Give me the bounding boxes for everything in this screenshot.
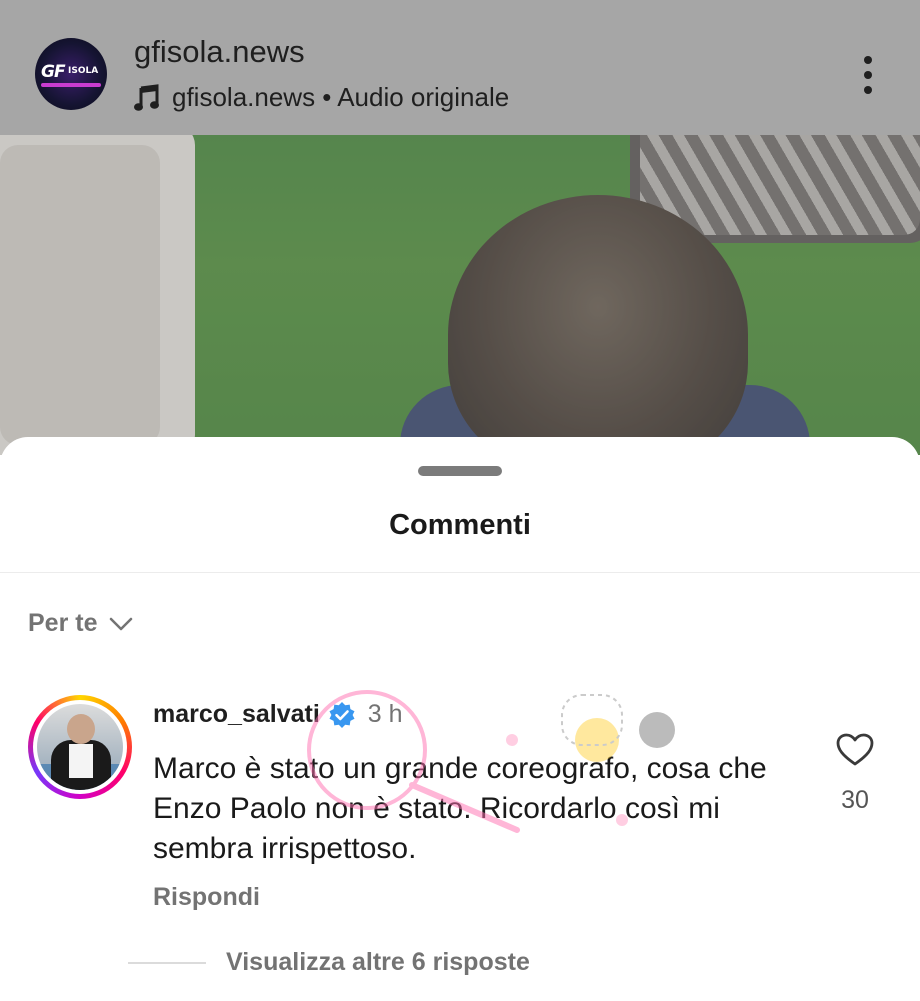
video-dim-overlay bbox=[0, 135, 920, 455]
account-avatar-logo: GF bbox=[41, 62, 66, 82]
verified-badge-icon bbox=[329, 701, 355, 728]
sheet-drag-handle[interactable] bbox=[418, 466, 502, 476]
comment-avatar[interactable] bbox=[28, 695, 132, 799]
comment-timestamp: 3 h bbox=[367, 700, 403, 728]
avatar-photo bbox=[37, 704, 123, 790]
sort-dropdown[interactable]: Per te bbox=[28, 609, 133, 638]
audio-row[interactable]: gfisola.news • Audio originale bbox=[134, 82, 509, 113]
avatar-shirt bbox=[69, 744, 93, 778]
sheet-title: Commenti bbox=[389, 509, 531, 541]
post-header: GF ISOLA gfisola.news gfisola.news • Aud… bbox=[0, 0, 920, 135]
comment-username[interactable]: marco_salvati bbox=[153, 700, 320, 729]
music-note-icon bbox=[134, 83, 159, 111]
comments-sheet: Commenti Per te marco_salvati 3 h Marco … bbox=[0, 437, 920, 1001]
avatar-face bbox=[67, 714, 95, 744]
reply-button[interactable]: Rispondi bbox=[153, 883, 260, 912]
heart-icon[interactable] bbox=[836, 733, 874, 767]
chevron-down-icon bbox=[110, 617, 133, 630]
account-avatar-stripe bbox=[41, 83, 101, 87]
account-avatar[interactable]: GF ISOLA bbox=[35, 38, 107, 110]
comment-header: marco_salvati 3 h bbox=[153, 700, 403, 729]
like-count: 30 bbox=[841, 786, 869, 814]
sort-label: Per te bbox=[28, 609, 98, 637]
video-player[interactable] bbox=[0, 135, 920, 455]
comment-text: Marco è stato un grande coreografo, cosa… bbox=[153, 752, 767, 865]
replies-line-divider bbox=[128, 962, 206, 964]
account-avatar-logo-sub: ISOLA bbox=[68, 66, 99, 76]
view-replies-button[interactable]: Visualizza altre 6 risposte bbox=[226, 948, 530, 977]
divider bbox=[0, 572, 920, 573]
account-name[interactable]: gfisola.news bbox=[134, 34, 305, 70]
more-vertical-icon[interactable] bbox=[858, 54, 878, 96]
audio-label: gfisola.news • Audio originale bbox=[172, 82, 510, 112]
